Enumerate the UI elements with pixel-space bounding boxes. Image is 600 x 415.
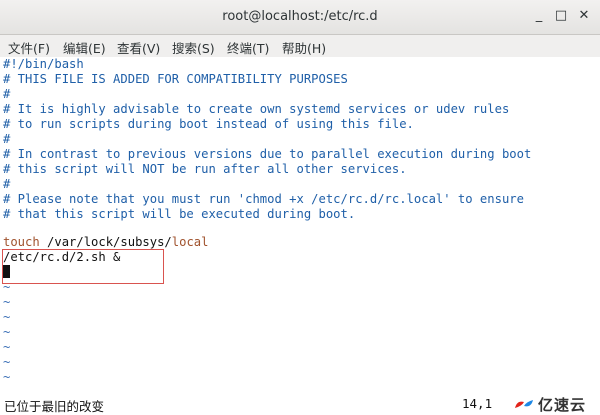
cursor-position: 14,1 [462,396,493,411]
code-line-3: # [3,87,11,101]
empty-line-marker: ~ [3,325,11,339]
menu-file[interactable]: 文件(F) [8,38,50,57]
code-line-11: # that this script will be executed duri… [3,207,356,221]
menu-edit[interactable]: 编辑(E) [63,38,106,57]
menu-bar: 文件(F) 编辑(E) 查看(V) 搜索(S) 终端(T) 帮助(H) [0,35,600,58]
code-line-10: # Please note that you must run 'chmod +… [3,192,524,206]
touch-path: /var/lock/subsys/ [39,235,172,249]
minimize-button[interactable]: _ [530,7,548,25]
code-line-6: # [3,132,11,146]
watermark: 亿速云 [513,393,586,415]
empty-line-marker: ~ [3,370,11,384]
touch-arg: local [171,235,209,249]
code-line-7: # In contrast to previous versions due t… [3,147,532,161]
menu-help[interactable]: 帮助(H) [282,38,326,57]
code-line-2: # THIS FILE IS ADDED FOR COMPATIBILITY P… [3,72,348,86]
status-bar: 已位于最旧的改变 14,1 [0,392,600,415]
empty-line-marker: ~ [3,310,11,324]
empty-line-marker: ~ [3,340,11,354]
watermark-text: 亿速云 [538,395,587,414]
status-message: 已位于最旧的改变 [4,399,105,414]
code-line-9: # [3,177,11,191]
empty-line-marker: ~ [3,295,11,309]
code-line-touch: touch /var/lock/subsys/local [3,235,208,250]
code-line-8: # this script will NOT be run after all … [3,162,407,176]
code-line-1: #!/bin/bash [3,57,84,71]
menu-view[interactable]: 查看(V) [117,38,160,57]
window-title: root@localhost:/etc/rc.d [222,9,378,24]
menu-terminal[interactable]: 终端(T) [227,38,269,57]
title-bar[interactable]: root@localhost:/etc/rc.d _ □ ✕ [0,0,600,35]
vim-editor[interactable]: #!/bin/bash # THIS FILE IS ADDED FOR COM… [0,57,600,392]
maximize-button[interactable]: □ [552,7,570,25]
code-line-5: # to run scripts during boot instead of … [3,117,414,131]
cloud-logo-icon [515,400,533,408]
empty-line-marker: ~ [3,355,11,369]
close-button[interactable]: ✕ [575,7,593,25]
touch-keyword: touch [3,235,40,249]
menu-search[interactable]: 搜索(S) [172,38,215,57]
code-line-4: # It is highly advisable to create own s… [3,102,510,116]
terminal-window: root@localhost:/etc/rc.d _ □ ✕ 文件(F) 编辑(… [0,0,600,415]
highlight-annotation-box [2,249,164,284]
